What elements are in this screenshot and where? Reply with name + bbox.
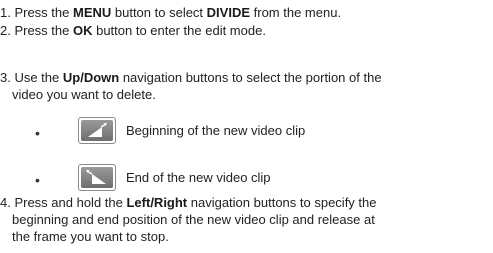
step-3-text: 3. Use the (0, 70, 63, 85)
clip-begin-label: Beginning of the new video clip (126, 123, 306, 138)
bullet: • (35, 172, 40, 188)
step-4-line-2: beginning and end position of the new vi… (12, 212, 375, 227)
step-4-line-3: the frame you want to stop. (12, 229, 169, 244)
step-1-text-end: from the menu. (250, 5, 342, 20)
clip-begin-icon (78, 117, 116, 144)
divide-key-label: DIVIDE (206, 5, 251, 20)
step-3-text-end: navigation buttons to select the portion… (119, 70, 382, 85)
step-3: 3. Use the Up/Down navigation buttons to… (0, 70, 382, 86)
step-2-text: 2. Press the (0, 23, 73, 38)
step-1-text: 1. Press the (0, 5, 73, 20)
ok-key-label: OK (72, 23, 93, 38)
step-2-text-end: button to enter the edit mode. (92, 23, 266, 38)
step-2: 2. Press the OK button to enter the edit… (0, 23, 266, 39)
clip-end-label: End of the new video clip (126, 170, 271, 185)
step-1: 1. Press the MENU button to select DIVID… (0, 5, 341, 21)
bullet: • (35, 125, 40, 141)
step-4-text: 4. Press and hold the (0, 195, 127, 210)
step-1-text-mid: button to select (111, 5, 207, 20)
up-down-key-label: Up/Down (62, 70, 120, 85)
menu-key-label: MENU (72, 5, 112, 20)
step-4-text-end: navigation buttons to specify the (187, 195, 377, 210)
step-3-line-2: video you want to delete. (12, 87, 156, 102)
clip-end-icon (78, 164, 116, 191)
left-right-key-label: Left/Right (126, 195, 188, 210)
step-4: 4. Press and hold the Left/Right navigat… (0, 195, 377, 211)
